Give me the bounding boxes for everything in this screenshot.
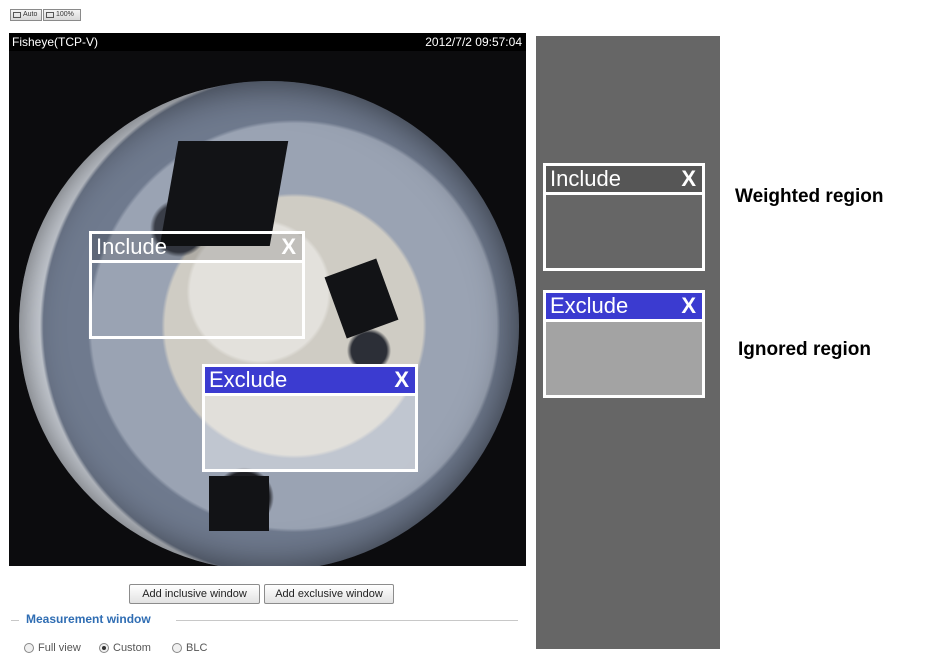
- add-inclusive-window-button[interactable]: Add inclusive window: [129, 584, 260, 604]
- image-shadow-block: [209, 476, 269, 531]
- legend-exclude-header: Exclude: [546, 293, 702, 322]
- exclude-window-label: Exclude: [209, 367, 288, 392]
- add-exclusive-window-button[interactable]: Add exclusive window: [264, 584, 394, 604]
- radio-button[interactable]: [24, 643, 34, 653]
- close-icon[interactable]: X: [394, 367, 409, 393]
- radio-button[interactable]: [172, 643, 182, 653]
- exclude-window-body: [205, 396, 415, 469]
- radio-full-view[interactable]: Full view: [24, 642, 81, 654]
- stream-name: Fisheye(TCP-V): [12, 35, 99, 49]
- video-titlebar: Fisheye(TCP-V) 2012/7/2 09:57:04: [9, 33, 526, 51]
- divider: [176, 620, 518, 621]
- fit-icon: [13, 12, 21, 18]
- exclude-window[interactable]: Exclude X: [202, 364, 418, 472]
- exclude-window-header[interactable]: Exclude: [205, 367, 415, 396]
- legend-include-header: Include: [546, 166, 702, 195]
- zoom-100-button[interactable]: 100%: [43, 9, 81, 21]
- close-icon[interactable]: X: [281, 234, 296, 260]
- zoom-auto-label: Auto: [23, 11, 38, 18]
- radio-label: Full view: [38, 642, 81, 654]
- video-timestamp: 2012/7/2 09:57:04: [425, 35, 522, 49]
- radio-blc[interactable]: BLC: [172, 642, 207, 654]
- radio-label: Custom: [113, 642, 151, 654]
- include-window-label: Include: [96, 234, 167, 259]
- video-view[interactable]: Include X Exclude X: [9, 51, 526, 566]
- legend-include-label: Include: [550, 166, 621, 191]
- weighted-region-label: Weighted region: [735, 186, 884, 207]
- radio-custom[interactable]: Custom: [99, 642, 151, 654]
- include-window[interactable]: Include X: [89, 231, 305, 339]
- legend-exclude-body: [546, 322, 702, 395]
- legend-exclude-label: Exclude: [550, 293, 629, 318]
- legend-panel: Include X Exclude X: [536, 36, 720, 649]
- radio-button[interactable]: [99, 643, 109, 653]
- legend-include-window: Include X: [543, 163, 705, 271]
- include-window-header[interactable]: Include: [92, 234, 302, 263]
- zoom-auto-button[interactable]: Auto: [10, 9, 42, 21]
- zoom-100-label: 100%: [56, 11, 74, 18]
- ignored-region-label: Ignored region: [738, 339, 871, 360]
- close-icon: X: [681, 293, 696, 318]
- divider: [11, 620, 19, 621]
- close-icon: X: [681, 166, 696, 191]
- legend-exclude-window: Exclude X: [543, 290, 705, 398]
- radio-label: BLC: [186, 642, 208, 654]
- actual-size-icon: [46, 12, 54, 18]
- measurement-window-title: Measurement window: [26, 612, 151, 626]
